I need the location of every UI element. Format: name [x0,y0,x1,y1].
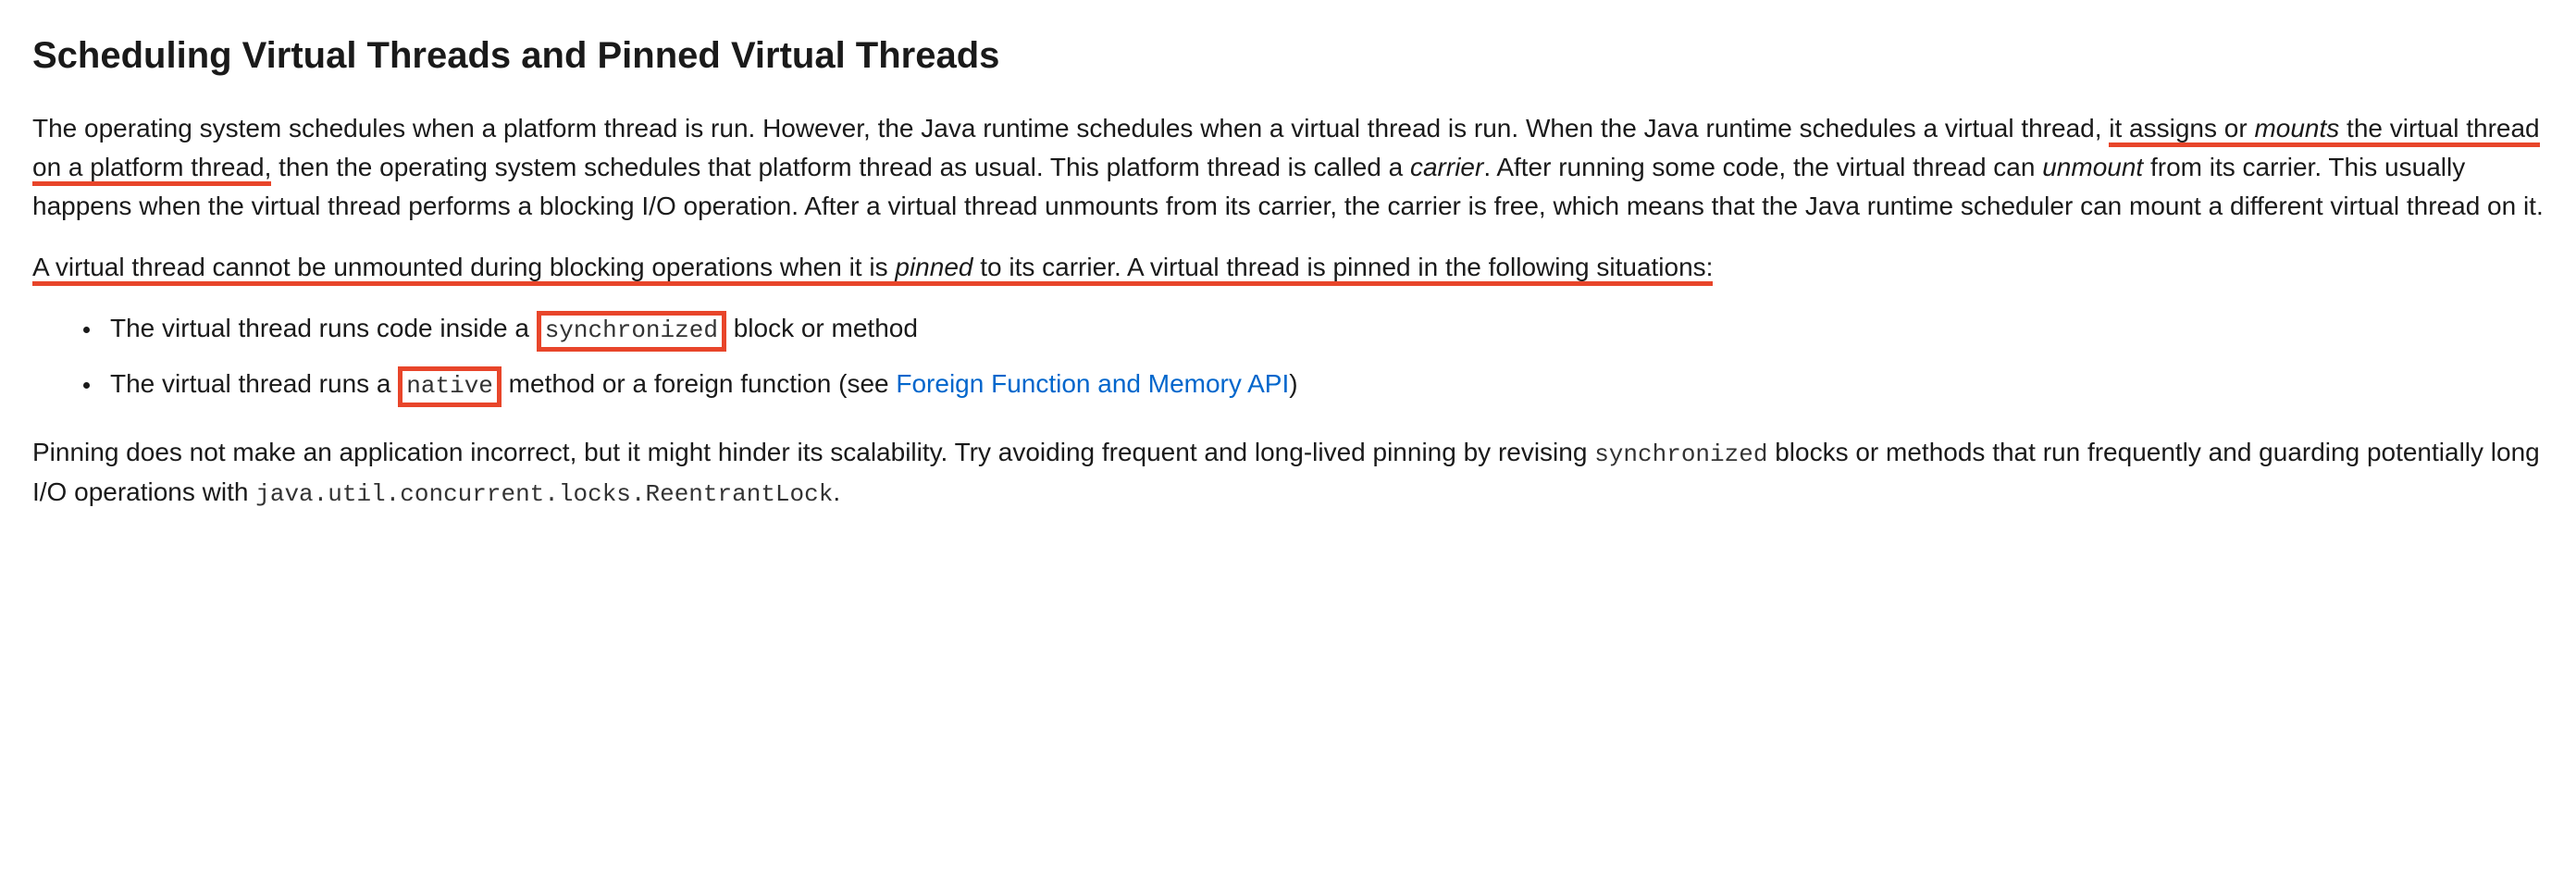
text: block or method [726,314,918,342]
highlighted-code: synchronized [537,311,726,352]
section-heading: Scheduling Virtual Threads and Pinned Vi… [32,28,2544,83]
text: ) [1289,369,1297,398]
italic-text: unmount [2042,153,2143,181]
api-link[interactable]: Foreign Function and Memory API [896,369,1289,398]
text: Pinning does not make an application inc… [32,438,1594,466]
list-item: The virtual thread runs a native method … [103,365,2544,407]
code-text: synchronized [1594,440,1767,468]
highlighted-text: A virtual thread cannot be unmounted dur… [32,253,1713,286]
highlighted-code: native [398,366,502,407]
list-item: The virtual thread runs code inside a sy… [103,309,2544,352]
italic-text: pinned [895,253,972,281]
italic-text: mounts [2254,114,2339,142]
text: . After running some code, the virtual t… [1483,153,2042,181]
code-text: java.util.concurrent.locks.ReentrantLock [255,480,833,508]
paragraph-1: The operating system schedules when a pl… [32,109,2544,226]
paragraph-3: Pinning does not make an application inc… [32,433,2544,513]
italic-text: carrier [1410,153,1483,181]
text: . [833,477,840,506]
text: A virtual thread cannot be unmounted dur… [32,253,895,281]
paragraph-2: A virtual thread cannot be unmounted dur… [32,248,2544,287]
text: it assigns or [2109,114,2254,142]
text: The virtual thread runs code inside a [110,314,537,342]
text: method or a foreign function (see [502,369,896,398]
bullet-list: The virtual thread runs code inside a sy… [32,309,2544,407]
text: The virtual thread runs a [110,369,398,398]
text: then the operating system schedules that… [271,153,1410,181]
text: The operating system schedules when a pl… [32,114,2109,142]
text: to its carrier. A virtual thread is pinn… [972,253,1713,281]
